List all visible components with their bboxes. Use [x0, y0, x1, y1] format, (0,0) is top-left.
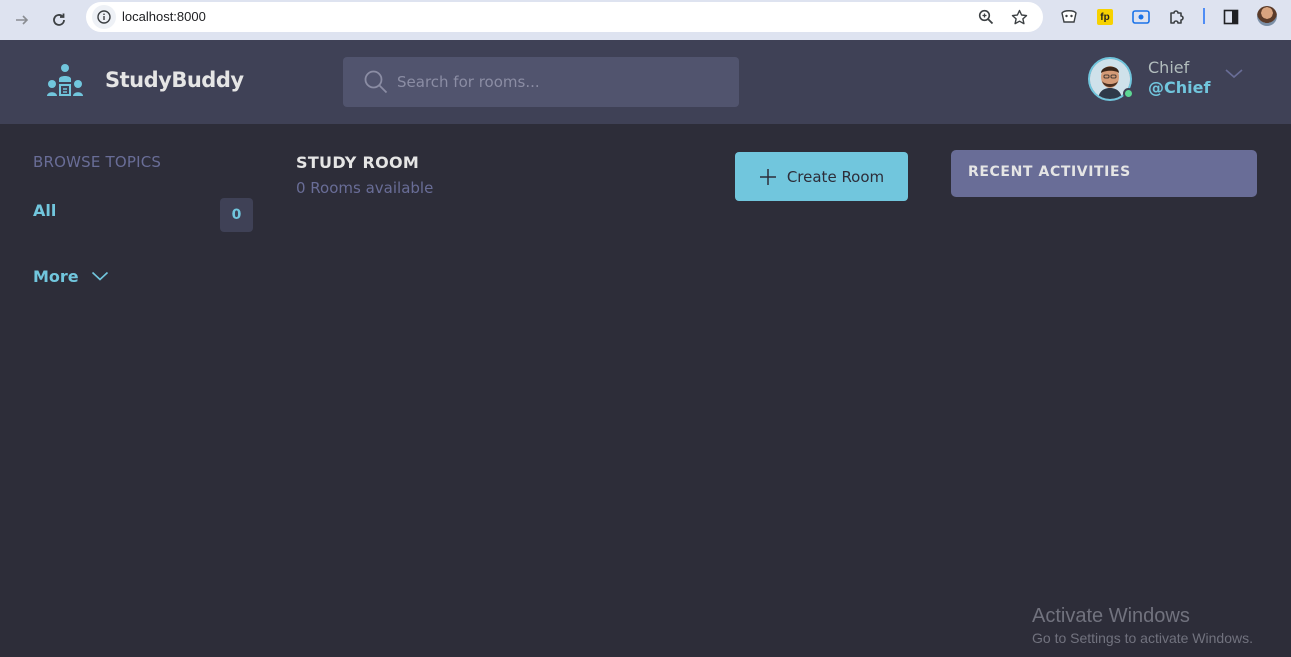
reload-icon[interactable] [45, 6, 73, 34]
puzzle-extensions-icon[interactable] [1166, 6, 1188, 28]
user-handle[interactable]: @Chief [1148, 78, 1210, 97]
more-label: More [33, 267, 79, 286]
online-status-dot [1123, 88, 1134, 99]
zoom-icon[interactable] [974, 5, 998, 29]
screen-extension-icon[interactable] [1130, 6, 1152, 28]
user-name[interactable]: Chief [1148, 58, 1189, 77]
topic-count-badge: 0 [220, 198, 253, 232]
brand-name[interactable]: StudyBuddy [105, 68, 244, 92]
recent-activities-title: RECENT ACTIVITIES [968, 164, 1131, 180]
browser-toolbar: localhost:8000 fp [0, 0, 1291, 40]
search-input[interactable] [397, 57, 727, 107]
toolbar-divider [1203, 8, 1205, 24]
fp-extension-icon[interactable]: fp [1094, 6, 1116, 28]
create-room-button[interactable]: Create Room [735, 152, 908, 201]
app-header: StudyBuddy Chief @Chief [0, 40, 1291, 124]
extension-icon[interactable] [1058, 6, 1080, 28]
fp-badge-label: fp [1097, 9, 1113, 25]
browse-topics-heading: BROWSE TOPICS [33, 153, 162, 171]
plus-icon [759, 168, 776, 185]
activate-windows-subtitle: Go to Settings to activate Windows. [1032, 630, 1253, 646]
profile-avatar-icon[interactable] [1257, 6, 1277, 26]
avatar[interactable] [1088, 57, 1134, 101]
rooms-available-count: 0 Rooms available [296, 179, 434, 197]
recent-activities-panel: RECENT ACTIVITIES [951, 150, 1257, 197]
side-panel-icon[interactable] [1220, 6, 1242, 28]
site-info-icon[interactable] [92, 5, 116, 29]
activate-windows-title: Activate Windows [1032, 605, 1190, 627]
topic-item-all[interactable]: All [33, 201, 56, 220]
more-topics-link[interactable]: More [33, 267, 109, 286]
search-icon [364, 70, 388, 94]
logo-icon[interactable] [46, 63, 84, 99]
forward-arrow-icon[interactable] [8, 6, 36, 34]
url-text[interactable]: localhost:8000 [122, 9, 206, 24]
create-room-label: Create Room [786, 167, 885, 186]
address-bar[interactable]: localhost:8000 [86, 2, 1043, 32]
page-title: STUDY ROOM [296, 153, 420, 172]
chevron-down-icon[interactable] [1224, 68, 1244, 80]
chevron-down-icon [91, 271, 108, 281]
bookmark-star-icon[interactable] [1007, 5, 1031, 29]
search-box [343, 57, 739, 107]
